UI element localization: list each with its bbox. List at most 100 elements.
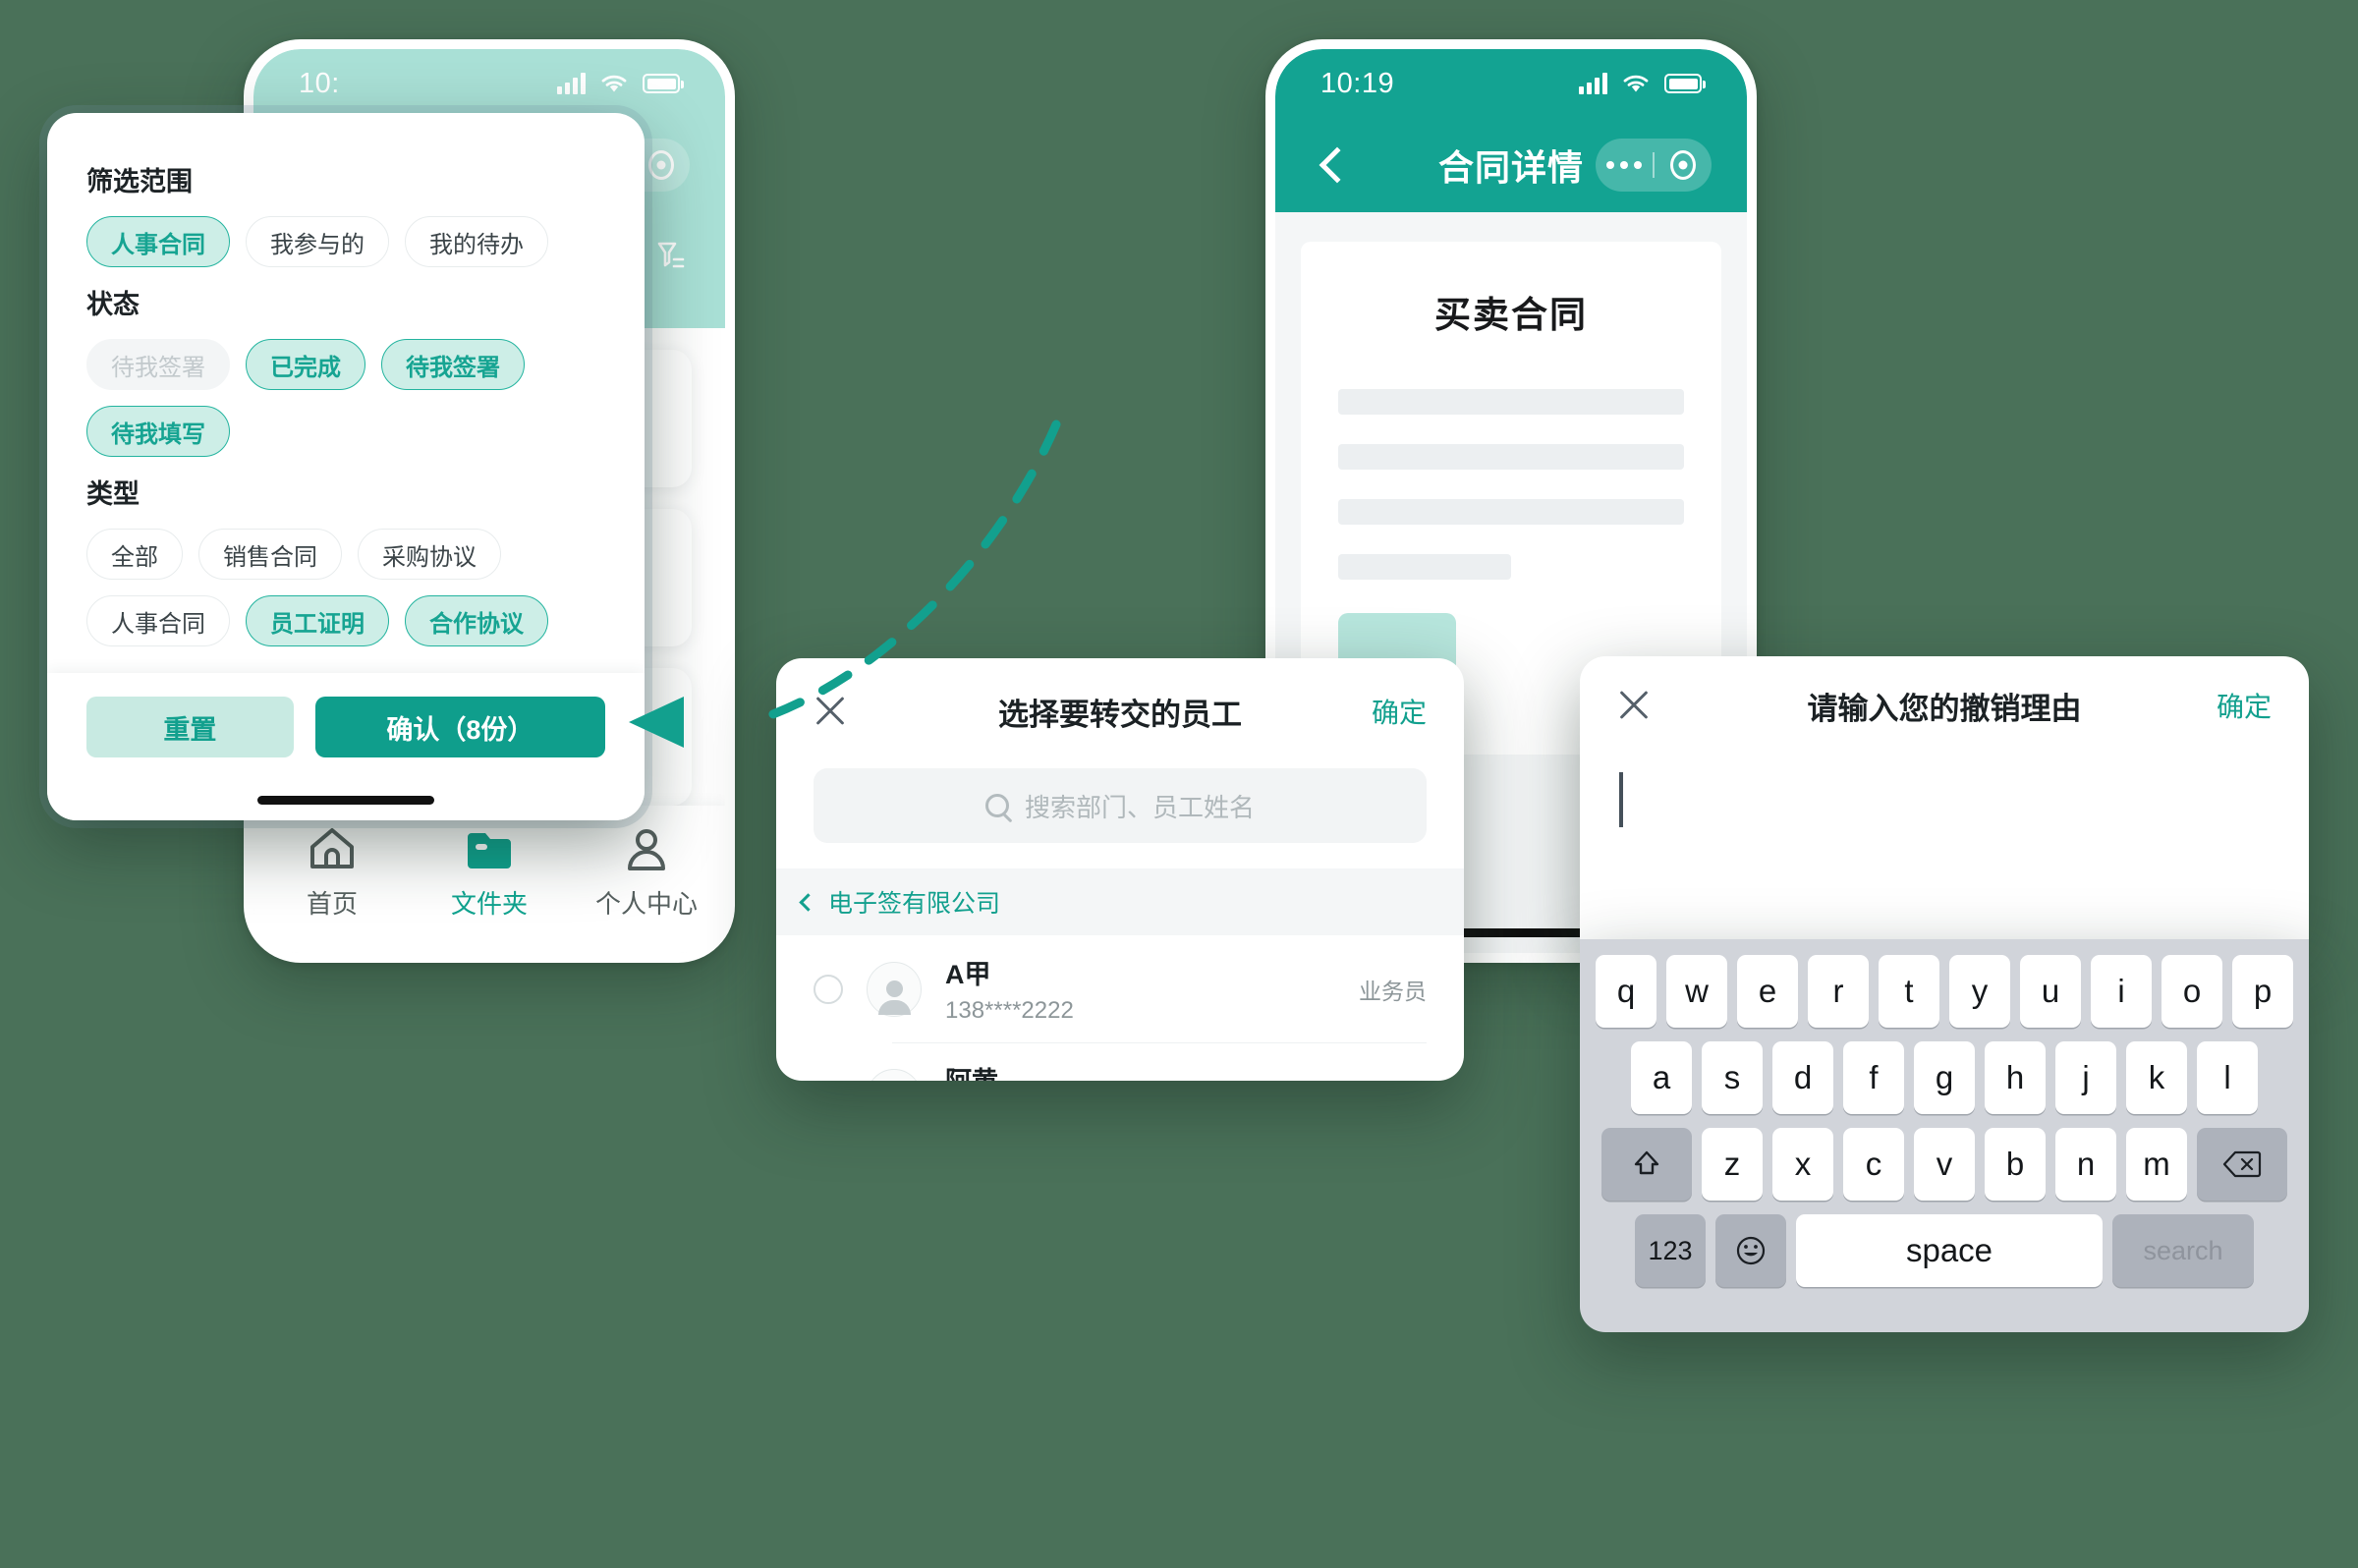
chip-group-type: 全部 销售合同 采购协议 人事合同 员工证明 合作协议 [86,529,605,646]
tab-bar-left: 首页 文件夹 个人中心 [253,806,725,953]
phone-right-header: 10:19 合同详情 [1275,49,1747,212]
keyboard-row-2: a s d f g h j k l [1592,1041,2297,1114]
battery-icon [643,74,684,93]
chip-type-4[interactable]: 员工证明 [246,595,389,646]
mini-program-capsule-right[interactable] [1596,139,1712,192]
key-v[interactable]: v [1914,1128,1975,1201]
chip-type-3[interactable]: 人事合同 [86,595,230,646]
signal-icon [1579,73,1607,94]
chip-scope-1[interactable]: 我参与的 [246,216,389,267]
key-d[interactable]: d [1772,1041,1833,1114]
key-j[interactable]: j [2055,1041,2116,1114]
tab-home[interactable]: 首页 [253,825,411,921]
key-z[interactable]: z [1702,1128,1763,1201]
employee-name: 阿黄 [945,1060,1074,1081]
onscreen-keyboard: q w e r t y u i o p a s d f g h j k l z … [1580,939,2309,1332]
wifi-icon [601,75,627,92]
chip-status-0[interactable]: 待我签署 [86,339,230,390]
chip-type-1[interactable]: 销售合同 [198,529,342,580]
breadcrumb-label: 电子签有限公司 [828,890,1001,918]
key-f[interactable]: f [1843,1041,1904,1114]
keyboard-row-1: q w e r t y u i o p [1592,955,2297,1028]
key-n[interactable]: n [2055,1128,2116,1201]
key-q[interactable]: q [1596,955,1656,1028]
key-w[interactable]: w [1666,955,1727,1028]
key-search[interactable]: search [2112,1214,2254,1287]
confirm-button[interactable]: 确定 [2217,686,2272,725]
chip-group-status: 待我签署 已完成 待我签署 待我填写 [86,339,605,457]
key-e[interactable]: e [1737,955,1798,1028]
confirm-button[interactable]: 确定 [1372,692,1427,731]
transfer-employee-dialog: 选择要转交的员工 确定 搜索部门、员工姓名 电子签有限公司 A甲 138****… [776,658,1464,1081]
search-input[interactable]: 搜索部门、员工姓名 [814,768,1427,843]
key-p[interactable]: p [2232,955,2293,1028]
key-o[interactable]: o [2162,955,2222,1028]
target-icon[interactable] [1655,150,1712,180]
chip-type-2[interactable]: 采购协议 [358,529,501,580]
confirm-button[interactable]: 确认（8份） [314,697,605,757]
wifi-icon [1623,75,1649,92]
key-t[interactable]: t [1879,955,1939,1028]
employee-row[interactable]: A甲 138****2222 业务员 [776,935,1464,1042]
filter-footer: 重置 确认（8份） [47,673,645,820]
employee-name: A甲 [945,960,991,989]
key-space[interactable]: space [1796,1214,2103,1287]
key-u[interactable]: u [2020,955,2081,1028]
filter-icon[interactable] [648,236,692,279]
key-m[interactable]: m [2126,1128,2187,1201]
key-y[interactable]: y [1949,955,2010,1028]
filter-panel: 筛选范围 人事合同 我参与的 我的待办 状态 待我签署 已完成 待我签署 待我填… [47,113,645,820]
keyboard-row-3: z x c v b n m [1592,1128,2297,1201]
chip-type-5[interactable]: 合作协议 [405,595,548,646]
key-c[interactable]: c [1843,1128,1904,1201]
back-button[interactable] [1319,146,1356,184]
chip-status-1[interactable]: 已完成 [246,339,365,390]
reset-button[interactable]: 重置 [86,697,294,757]
key-l[interactable]: l [2197,1041,2258,1114]
status-time: 10: [299,67,340,99]
key-r[interactable]: r [1808,955,1869,1028]
revoke-reason-panel: 请输入您的撤销理由 确定 [1580,656,2309,939]
status-bar-right: 10:19 [1275,49,1747,118]
backspace-icon[interactable] [2197,1128,2287,1201]
key-a[interactable]: a [1631,1041,1692,1114]
more-icon[interactable] [1596,161,1653,169]
section-heading-status: 状态 [86,290,140,319]
emoji-icon[interactable] [1715,1214,1786,1287]
key-g[interactable]: g [1914,1041,1975,1114]
dialog-title: 选择要转交的员工 [998,697,1242,732]
tab-folder[interactable]: 文件夹 [411,825,568,921]
chip-type-0[interactable]: 全部 [86,529,183,580]
status-time: 10:19 [1320,67,1395,99]
chip-status-3[interactable]: 待我填写 [86,406,230,457]
employee-role: 业务员 [1359,978,1427,1004]
chip-scope-2[interactable]: 我的待办 [405,216,548,267]
contract-title: 买卖合同 [1434,295,1588,335]
reason-textarea[interactable] [1619,772,2270,890]
key-b[interactable]: b [1985,1128,2046,1201]
key-i[interactable]: i [2091,955,2152,1028]
tab-profile[interactable]: 个人中心 [568,825,725,921]
radio-button[interactable] [814,974,843,1004]
nav-bar-right: 合同详情 [1275,118,1747,212]
employee-phone: 138****2222 [945,997,1074,1024]
reason-header: 请输入您的撤销理由 确定 [1580,656,2309,755]
key-s[interactable]: s [1702,1041,1763,1114]
key-numbers[interactable]: 123 [1635,1214,1706,1287]
breadcrumb[interactable]: 电子签有限公司 [776,868,1464,935]
status-bar-left: 10: [253,49,725,118]
chip-scope-0[interactable]: 人事合同 [86,216,230,267]
key-x[interactable]: x [1772,1128,1833,1201]
avatar [867,961,922,1017]
search-placeholder: 搜索部门、员工姓名 [1024,792,1255,822]
keyboard-bottom-bar [1580,1301,2309,1332]
key-h[interactable]: h [1985,1041,2046,1114]
shift-icon[interactable] [1601,1128,1692,1201]
section-heading-scope: 筛选范围 [86,167,193,196]
chip-group-scope: 人事合同 我参与的 我的待办 [86,216,605,267]
employee-row[interactable]: 阿黄 138****2222 业务员 [776,1042,1464,1081]
key-k[interactable]: k [2126,1041,2187,1114]
tab-label: 文件夹 [450,889,528,919]
chip-status-2[interactable]: 待我签署 [381,339,525,390]
search-icon [984,794,1009,817]
